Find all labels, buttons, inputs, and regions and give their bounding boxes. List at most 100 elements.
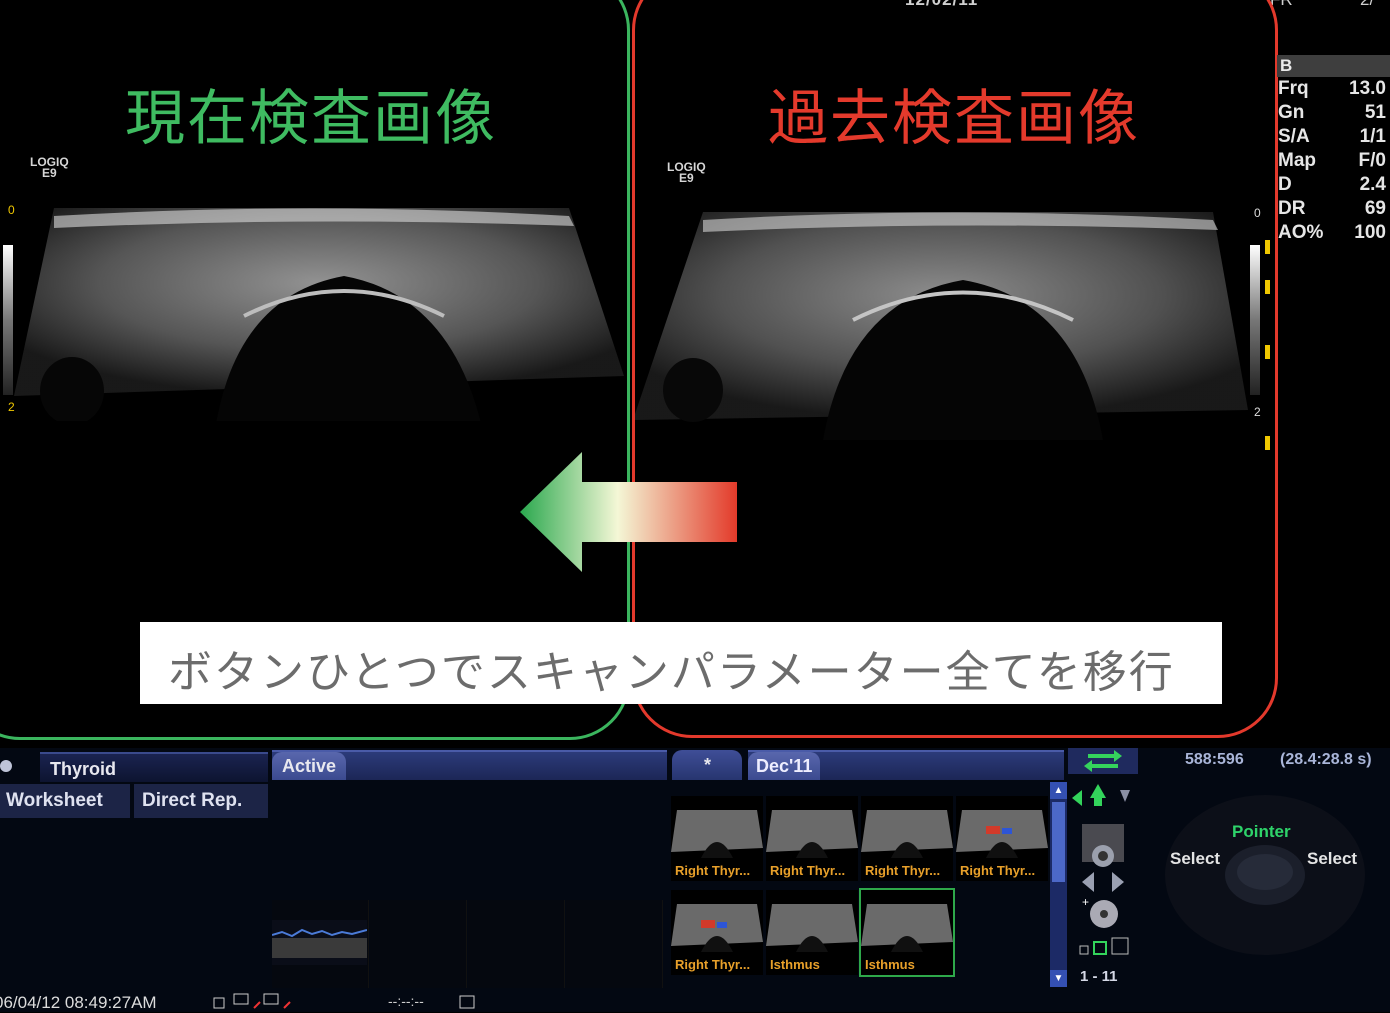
tab-date[interactable]: Dec'11 — [748, 750, 1064, 780]
thumbnail-label: Right Thyr... — [960, 863, 1036, 878]
navigate-icon[interactable] — [1072, 784, 1130, 806]
scroll-down-icon[interactable]: ▼ — [1050, 970, 1067, 987]
image-thumbnail[interactable]: Right Thyr... — [861, 796, 953, 881]
phone-icon — [459, 995, 475, 1009]
history-slot[interactable] — [370, 900, 467, 988]
status-indicator — [0, 760, 12, 772]
status-bar — [0, 992, 1390, 1012]
parameter-name: Gn — [1278, 102, 1305, 123]
current-image-title: 現在検査画像 — [125, 84, 497, 154]
thumbnail-label: Right Thyr... — [865, 863, 941, 878]
parameter-row: Map F/0 — [1277, 149, 1390, 173]
thumbnail-image — [766, 904, 858, 952]
tab-active[interactable]: Active — [272, 750, 667, 780]
svg-text:+: + — [1082, 895, 1089, 909]
parameter-value: 100 — [1354, 222, 1386, 243]
grey-scale-bar-right — [1250, 245, 1260, 395]
image-thumbnail[interactable]: Right Thyr... — [671, 890, 763, 975]
cine-strip-thumbnail[interactable] — [272, 920, 367, 965]
trackball-control[interactable] — [1160, 790, 1380, 980]
tab-star[interactable]: * — [672, 750, 742, 780]
page-range: 1 - 11 — [1080, 968, 1118, 985]
network-icon — [233, 993, 249, 1005]
scroll-thumb[interactable] — [1052, 802, 1065, 882]
coordinate-scale-readout: (28.4:28.8 s) — [1280, 751, 1372, 768]
image-thumbnail[interactable]: Isthmus — [766, 890, 858, 975]
image-tools-column: + — [1072, 784, 1130, 955]
trackball-select-left[interactable]: Select — [1170, 849, 1220, 869]
tab-active-label: Active — [272, 752, 347, 780]
depth-tick-left-2: 2 — [8, 400, 15, 414]
status-time-placeholder: --:--:-- — [388, 993, 424, 1009]
scan-parameters-panel: B Frq 13.0 Gn 51 S/A 1/1 Map F/0 D 2.4 DR 69 AO% 100 — [1277, 55, 1390, 245]
thumbnail-image — [861, 904, 953, 952]
parameter-row: Frq 13.0 — [1277, 77, 1390, 101]
thumbnail-image — [861, 810, 953, 858]
parameter-name: Map — [1278, 150, 1316, 171]
parameter-mode-header: B — [1277, 55, 1390, 77]
image-thumbnail[interactable]: Right Thyr... — [956, 796, 1048, 881]
logiq-logo-past: LOGIQ E9 — [667, 161, 706, 185]
thumbnail-scrollbar[interactable]: ▲ ▼ — [1050, 782, 1067, 987]
lock-icon — [213, 997, 225, 1009]
left-right-arrows-icon[interactable] — [1082, 872, 1124, 892]
image-thumbnail[interactable]: Right Thyr... — [766, 796, 858, 881]
depth-tick-right-2: 2 — [1254, 405, 1261, 419]
worksheet-button[interactable]: Worksheet — [0, 784, 130, 818]
parameter-row: D 2.4 — [1277, 173, 1390, 197]
thumbnail-image — [671, 904, 763, 952]
parameter-row: S/A 1/1 — [1277, 125, 1390, 149]
scroll-up-icon[interactable]: ▲ — [1050, 782, 1067, 799]
grey-scale-bar-left — [3, 245, 13, 395]
thumbnail-label: Isthmus — [865, 957, 915, 972]
depth-tick-right-0: 0 — [1254, 206, 1261, 220]
depth-tick-left-0: 0 — [8, 203, 15, 217]
coordinate-readout: 588:596 — [1185, 751, 1244, 768]
parameter-row: DR 69 — [1277, 197, 1390, 221]
layout-toggle-icon[interactable] — [1079, 937, 1129, 955]
parameter-name: D — [1278, 174, 1292, 195]
transfer-arrow-icon — [520, 452, 737, 572]
history-slot[interactable] — [566, 900, 663, 988]
logiq-line2: E9 — [678, 171, 694, 185]
status-datetime: 06/04/12 08:49:27AM — [0, 993, 157, 1012]
status-icons — [213, 993, 291, 1009]
parameter-value: 13.0 — [1349, 78, 1386, 99]
thumbnail-label: Right Thyr... — [675, 863, 751, 878]
focus-markers — [1265, 240, 1270, 450]
parameter-value: F/0 — [1358, 150, 1386, 171]
parameter-name: DR — [1278, 198, 1306, 219]
thumbnail-image — [956, 810, 1048, 858]
parameter-value: 1/1 — [1359, 126, 1386, 147]
image-thumbnail[interactable]: Right Thyr... — [671, 796, 763, 881]
direct-report-button[interactable]: Direct Rep. — [134, 784, 268, 818]
caption-text: ボタンひとつでスキャンパラメーター全てを移行 — [168, 647, 1175, 698]
logiq-logo-current: LOGIQ E9 — [30, 156, 69, 180]
thumbnail-label: Right Thyr... — [770, 863, 846, 878]
parameter-row: AO% 100 — [1277, 221, 1390, 245]
logiq-line2: E9 — [41, 166, 57, 180]
parameter-value: 69 — [1364, 198, 1386, 219]
exam-tab-thyroid[interactable]: Thyroid — [40, 752, 268, 782]
parameter-name: Frq — [1278, 78, 1309, 99]
header-right-fragment-2: 2/ — [1360, 0, 1374, 10]
past-image-title: 過去検査画像 — [768, 84, 1140, 154]
image-thumbnail[interactable]: Isthmus — [859, 888, 955, 977]
thumbnail-label: Isthmus — [770, 957, 820, 972]
parameter-name: S/A — [1278, 126, 1310, 147]
keypad-icon[interactable] — [1082, 824, 1124, 867]
thumbnail-image — [766, 810, 858, 858]
parameter-value: 51 — [1364, 102, 1386, 123]
parameter-name: AO% — [1278, 222, 1324, 243]
history-slot[interactable] — [468, 900, 565, 988]
printer-icon — [263, 993, 279, 1005]
swap-button[interactable] — [1068, 748, 1138, 774]
thumbnail-image — [671, 810, 763, 858]
trackball-pointer-label[interactable]: Pointer — [1232, 822, 1291, 842]
tab-date-label: Dec'11 — [748, 752, 821, 780]
parameter-value: 2.4 — [1359, 174, 1386, 195]
thumbnail-label: Right Thyr... — [675, 957, 751, 972]
trackball-select-right[interactable]: Select — [1307, 849, 1357, 869]
disc-save-icon[interactable]: + — [1082, 895, 1118, 928]
parameter-row: Gn 51 — [1277, 101, 1390, 125]
